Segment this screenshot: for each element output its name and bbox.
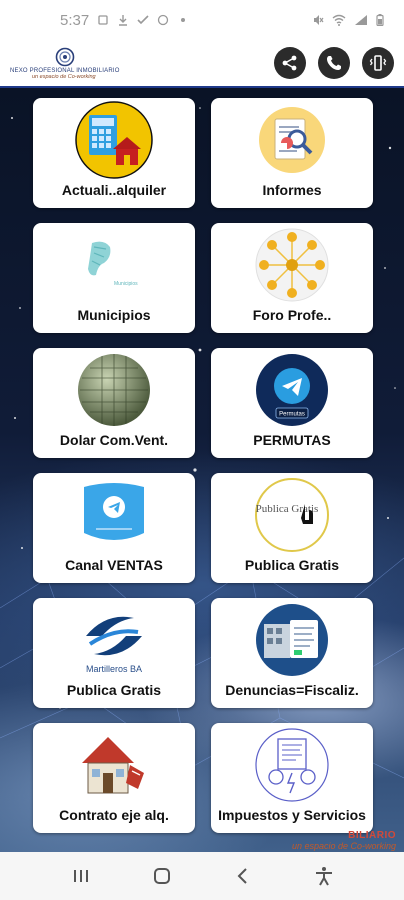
martilleros-text: Martilleros BA (86, 664, 142, 674)
tile-label: Actuali..alquiler (61, 182, 167, 198)
tile-permutas[interactable]: Permutas PERMUTAS (211, 348, 373, 458)
share-button[interactable] (274, 47, 306, 79)
calculator-house-icon (74, 101, 154, 179)
mute-icon (314, 15, 324, 25)
watermark-line1: BILIARIO (348, 830, 396, 841)
taxes-services-icon (252, 727, 332, 803)
dollar-globe-icon (74, 352, 154, 428)
tile-label: Informes (262, 182, 322, 198)
battery-icon (376, 14, 384, 26)
martilleros-ba-icon: Martilleros BA (74, 602, 154, 678)
telegram-permutas-icon: Permutas (252, 352, 332, 428)
tile-denuncias[interactable]: Denuncias=Fiscaliz. (211, 598, 373, 708)
tile-label: Publica Gratis (66, 682, 162, 698)
accessibility-button[interactable] (309, 861, 339, 891)
network-people-icon (252, 227, 332, 303)
watermark: BILIARIO un espacio de Co-working (264, 830, 404, 851)
main-area: Actuali..alquiler Informes Municipios Mu… (0, 88, 404, 852)
permutas-caption: Permutas (279, 412, 305, 418)
tile-label: Municipios (77, 307, 151, 323)
tile-label: Dolar Com.Vent. (59, 432, 169, 448)
tile-label: Canal VENTAS (65, 557, 163, 573)
tile-dolar[interactable]: Dolar Com.Vent. (33, 348, 195, 458)
tile-label: Impuestos y Servicios (218, 807, 366, 823)
telegram-tablet-icon (74, 477, 154, 553)
dot-icon (181, 18, 186, 22)
recent-apps-icon (73, 870, 88, 882)
logo-mark-icon (55, 47, 75, 66)
status-left: 5:37 (60, 12, 189, 29)
whatsapp-icon (327, 56, 341, 70)
tile-label: PERMUTAS (253, 432, 331, 448)
check-icon (137, 15, 149, 25)
municipios-logo-icon: Municipios (74, 227, 154, 303)
status-right (312, 14, 384, 26)
house-sale-icon (74, 727, 154, 803)
tile-actualizar-alquiler[interactable]: Actuali..alquiler (33, 98, 195, 208)
app-header: NEXO PROFESIONAL INMOBILIARIO un espacio… (0, 40, 404, 88)
vibrate-button[interactable] (362, 47, 394, 79)
tile-publica-gratis-2[interactable]: Martilleros BA Publica Gratis (33, 598, 195, 708)
tile-informes[interactable]: Informes (211, 98, 373, 208)
home-button[interactable] (147, 861, 177, 891)
tile-municipios[interactable]: Municipios Municipios (33, 223, 195, 333)
recent-apps-button[interactable] (66, 861, 96, 891)
header-actions (274, 47, 394, 79)
vibrate-icon (369, 55, 387, 71)
logo-subtitle: un espacio de Co-working (32, 73, 96, 80)
share-icon (282, 55, 297, 71)
municipios-caption: Municipios (114, 281, 138, 287)
back-button[interactable] (228, 861, 258, 891)
tile-label: Publica Gratis (244, 557, 340, 573)
tile-label: Foro Profe.. (252, 307, 332, 323)
signal-icon (355, 15, 367, 25)
whatsapp-button[interactable] (318, 47, 350, 79)
notification-icon (98, 15, 108, 25)
tile-label: Denuncias=Fiscaliz. (225, 682, 359, 698)
nav-bar (0, 852, 404, 900)
tile-impuestos[interactable]: Impuestos y Servicios (211, 723, 373, 833)
building-document-icon (252, 602, 332, 678)
tile-publica-gratis-1[interactable]: Publica Gratis Publica Gratis (211, 473, 373, 583)
watermark-line2: un espacio de Co-working (291, 841, 396, 851)
tile-grid: Actuali..alquiler Informes Municipios Mu… (33, 98, 373, 833)
wifi-icon (332, 14, 346, 26)
tile-canal-ventas[interactable]: Canal VENTAS (33, 473, 195, 583)
publica-gratis-text: Publica Gratis (256, 503, 319, 515)
back-icon (237, 868, 247, 884)
accessibility-icon (315, 867, 332, 886)
download-icon (119, 15, 128, 26)
home-icon (153, 868, 170, 884)
whatsapp-icon (158, 14, 169, 26)
tile-foro-profesional[interactable]: Foro Profe.. (211, 223, 373, 333)
tile-contrato[interactable]: Contrato eje alq. (33, 723, 195, 833)
logo: NEXO PROFESIONAL INMOBILIARIO un espacio… (10, 47, 130, 80)
status-time: 5:37 (60, 11, 90, 29)
status-bar: 5:37 (0, 0, 404, 40)
tile-label: Contrato eje alq. (59, 807, 169, 823)
report-chart-icon (252, 102, 332, 178)
publica-gratis-hand-icon: Publica Gratis (252, 477, 332, 553)
